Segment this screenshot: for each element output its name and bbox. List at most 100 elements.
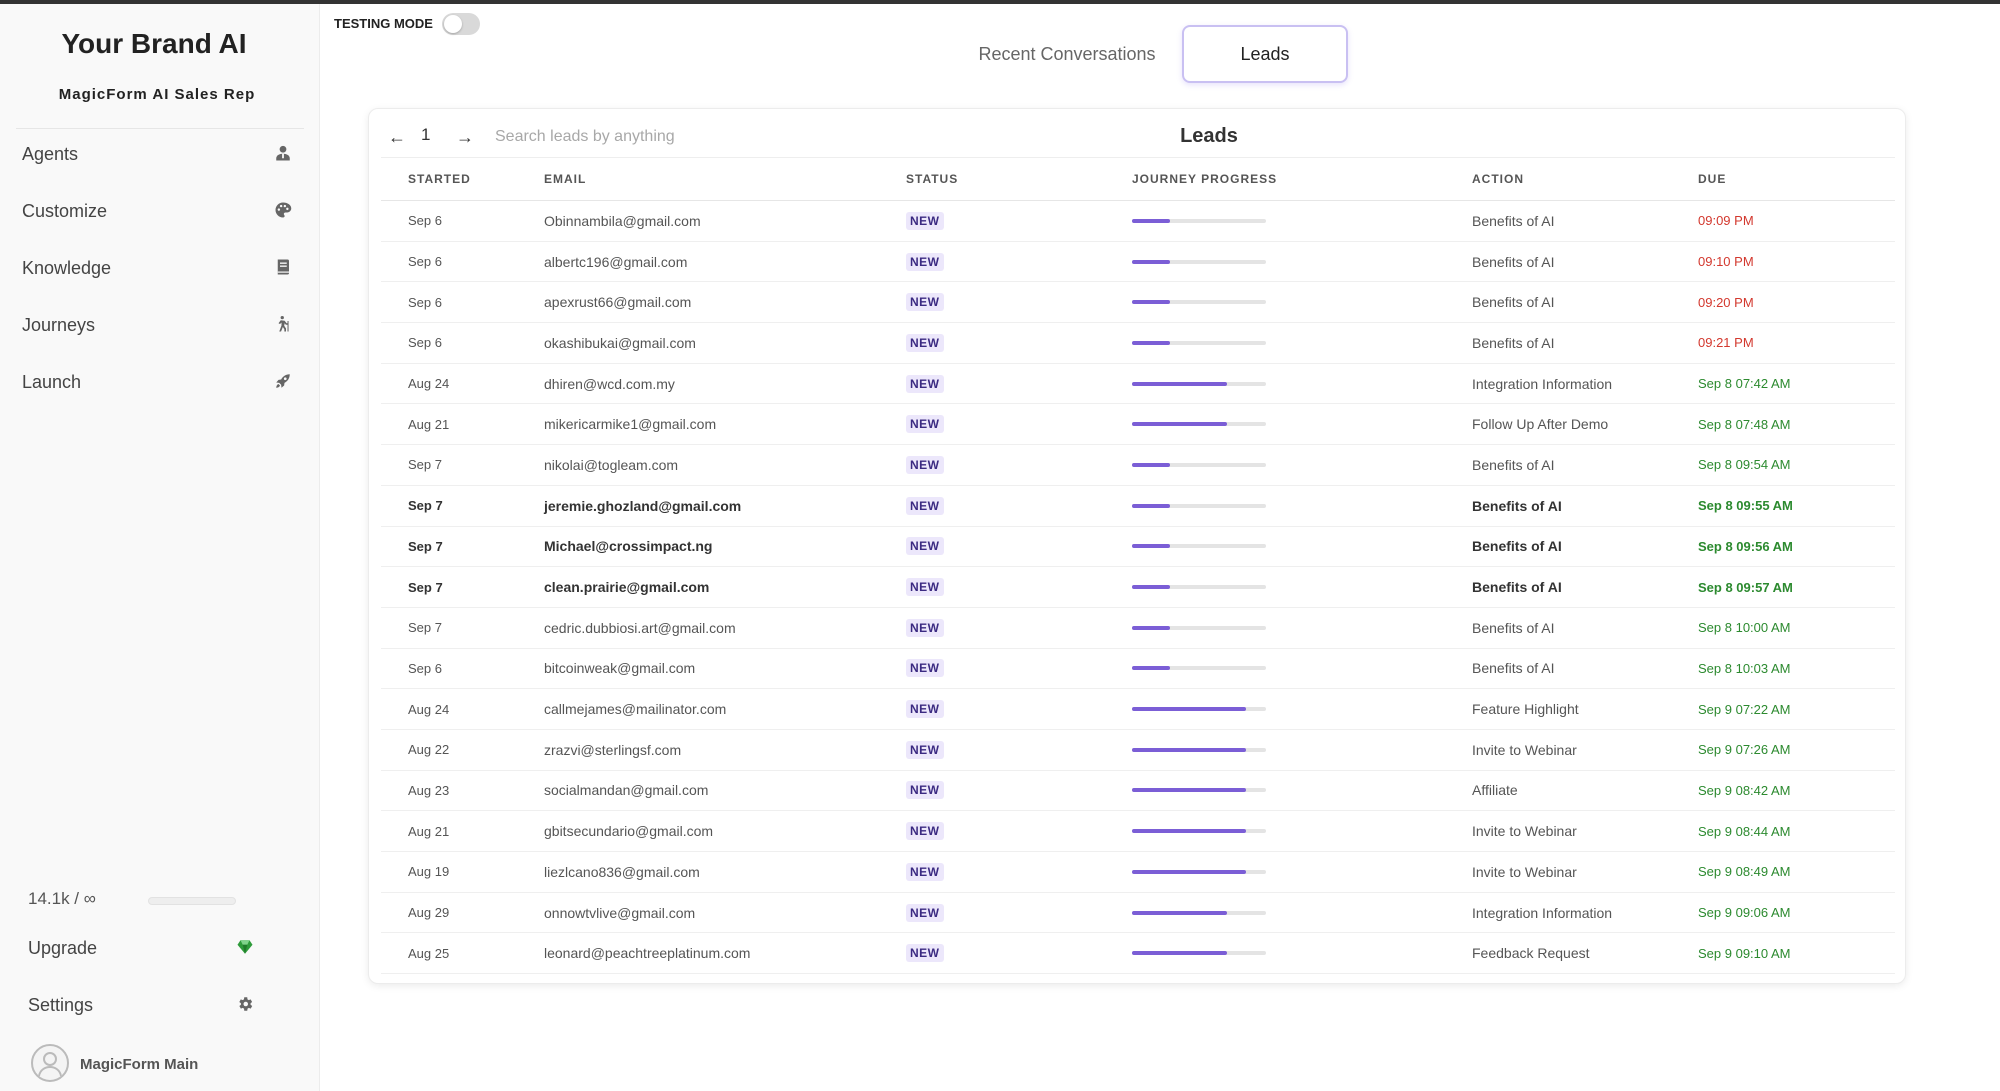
leads-title: Leads [1180, 125, 1238, 147]
settings-button[interactable]: Settings [0, 987, 300, 1023]
cell-action: Benefits of AI [1445, 444, 1671, 486]
journey-progress-fill [1132, 829, 1246, 834]
upgrade-label: Upgrade [28, 938, 98, 958]
gem-icon [234, 936, 256, 958]
table-row[interactable]: Aug 21 gbitsecundario@gmail.com NEW Invite … [381, 810, 1895, 852]
cell-action: Benefits of AI [1445, 200, 1671, 242]
cell-journey-progress [1105, 648, 1445, 690]
cell-status: NEW [879, 892, 1105, 934]
status-badge: NEW [906, 293, 944, 312]
journey-progress-fill [1132, 381, 1228, 386]
cell-email: clean.prairie@gmail.com [517, 566, 879, 608]
cell-status: NEW [879, 648, 1105, 690]
table-row[interactable]: Aug 25 leonard@peachtreeplatinum.com NEW Fe… [381, 932, 1895, 975]
table-row[interactable]: Aug 29 onnowtvlive@gmail.com NEW Integratio… [381, 892, 1895, 934]
status-badge: NEW [906, 455, 944, 474]
hiking-icon [272, 313, 294, 335]
status-badge: NEW [906, 578, 944, 597]
journey-progress-fill [1132, 666, 1170, 671]
sidebar-item-customize[interactable]: Customize [0, 191, 300, 231]
palette-icon [272, 199, 294, 221]
journey-progress-fill [1132, 340, 1170, 345]
journey-progress-bar [1132, 462, 1266, 467]
cell-email: Obinnambila@gmail.com [517, 200, 879, 242]
cell-started: Sep 6 [381, 200, 517, 242]
journey-progress-bar [1132, 829, 1266, 834]
next-page-button[interactable]: → [453, 125, 477, 149]
status-badge: NEW [906, 618, 944, 637]
cell-journey-progress [1105, 851, 1445, 893]
cell-journey-progress [1105, 281, 1445, 324]
sidebar-item-journeys[interactable]: Journeys [0, 305, 300, 345]
cell-started: Sep 6 [381, 241, 517, 283]
journey-progress-bar [1132, 503, 1266, 508]
journey-progress-bar [1132, 788, 1266, 793]
journey-progress-fill [1132, 951, 1228, 956]
usage-counter: 14.1k / ∞ [28, 889, 96, 908]
table-row[interactable]: Sep 7 cedric.dubbiosi.art@gmail.com NEW Ben… [381, 607, 1895, 649]
status-badge: NEW [906, 862, 944, 881]
column-header-due[interactable]: DUE [1671, 157, 1895, 201]
cell-due: Sep 9 09:10 AM [1671, 932, 1895, 975]
cell-status: NEW [879, 566, 1105, 608]
cell-started: Sep 7 [381, 566, 517, 608]
sidebar-item-launch[interactable]: Launch [0, 362, 300, 402]
testing-mode-toggle[interactable] [442, 13, 480, 35]
cell-action: Benefits of AI [1445, 241, 1671, 283]
sidebar-item-agents[interactable]: Agents [0, 134, 300, 174]
upgrade-button[interactable]: Upgrade [0, 930, 300, 966]
status-badge: NEW [906, 822, 944, 841]
user-avatar-icon [38, 1052, 62, 1077]
journey-progress-bar [1132, 747, 1266, 752]
column-header-action[interactable]: ACTION [1445, 157, 1671, 201]
status-badge: NEW [906, 659, 944, 678]
column-header-email[interactable]: EMAIL [517, 157, 879, 201]
column-header-started[interactable]: STARTED [381, 157, 517, 201]
table-row[interactable]: Sep 6 okashibukai@gmail.com NEW Benefits of… [381, 322, 1895, 364]
table-row[interactable]: Sep 7 Michael@crossimpact.ng NEW Benefits o… [381, 526, 1895, 568]
tab-recent-conversations[interactable]: Recent Conversations [960, 25, 1174, 83]
journey-progress-bar [1132, 625, 1266, 630]
table-row[interactable]: Aug 23 socialmandan@gmail.com NEW Affiliate… [381, 770, 1895, 812]
table-row[interactable]: Aug 22 zrazvi@sterlingsf.com NEW Invite to … [381, 729, 1895, 771]
search-input[interactable] [495, 123, 795, 151]
table-row[interactable]: Sep 6 Obinnambila@gmail.com NEW Benefits of… [381, 200, 1895, 242]
table-row[interactable]: Sep 7 nikolai@togleam.com NEW Benefits of A… [381, 444, 1895, 486]
cell-journey-progress [1105, 363, 1445, 405]
avatar[interactable] [31, 1044, 69, 1082]
cell-journey-progress [1105, 729, 1445, 771]
table-row[interactable]: Aug 24 callmejames@mailinator.com NEW Featu… [381, 688, 1895, 730]
table-row[interactable]: Sep 7 clean.prairie@gmail.com NEW Benefits … [381, 566, 1895, 608]
table-row[interactable]: Aug 24 dhiren@wcd.com.my NEW Integration In… [381, 363, 1895, 405]
cell-email: nikolai@togleam.com [517, 444, 879, 486]
cell-due: 09:10 PM [1671, 241, 1895, 283]
table-row[interactable]: Sep 6 albertc196@gmail.com NEW Benefits of … [381, 241, 1895, 283]
table-row[interactable]: Sep 7 jeremie.ghozland@gmail.com NEW Benefi… [381, 485, 1895, 527]
gear-icon [234, 993, 256, 1015]
status-badge: NEW [906, 700, 944, 719]
journey-progress-fill [1132, 300, 1170, 305]
table-row[interactable]: Aug 19 liezlcano836@gmail.com NEW Invite to… [381, 851, 1895, 893]
cell-started: Aug 24 [381, 363, 517, 405]
cell-email: jeremie.ghozland@gmail.com [517, 485, 879, 527]
cell-email: liezlcano836@gmail.com [517, 851, 879, 893]
cell-due: Sep 9 09:06 AM [1671, 892, 1895, 934]
tab-leads[interactable]: Leads [1182, 25, 1348, 83]
cell-journey-progress [1105, 485, 1445, 527]
cell-action: Benefits of AI [1445, 607, 1671, 649]
sidebar: Your Brand AI MagicForm AI Sales Rep Age… [0, 4, 320, 1091]
journey-progress-fill [1132, 788, 1246, 793]
table-row[interactable]: Sep 6 apexrust66@gmail.com NEW Benefits of … [381, 281, 1895, 324]
cell-journey-progress [1105, 526, 1445, 568]
column-header-journey-progress[interactable]: JOURNEY PROGRESS [1105, 157, 1445, 201]
status-badge: NEW [906, 333, 944, 352]
table-row[interactable]: Aug 21 mikericarmike1@gmail.com NEW Follow … [381, 403, 1895, 446]
sidebar-item-knowledge[interactable]: Knowledge [0, 248, 300, 288]
prev-page-button[interactable]: ← [385, 125, 409, 149]
column-header-status[interactable]: STATUS [879, 157, 1105, 201]
table-row[interactable]: Sep 6 bitcoinweak@gmail.com NEW Benefits of… [381, 648, 1895, 690]
journey-progress-fill [1132, 625, 1170, 630]
cell-action: Follow Up After Demo [1445, 403, 1671, 446]
cell-email: leonard@peachtreeplatinum.com [517, 932, 879, 975]
sidebar-item-label: Knowledge [22, 258, 112, 278]
